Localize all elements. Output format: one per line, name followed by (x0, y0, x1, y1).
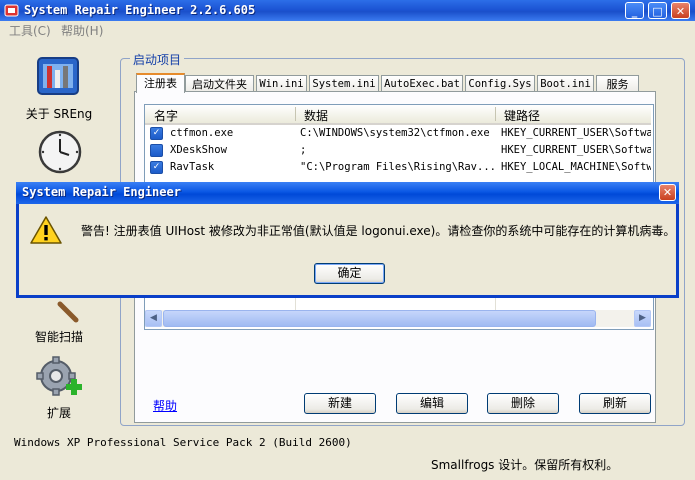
nav-label-extend: 扩展 (46, 406, 71, 420)
row-name: RavTask (170, 161, 215, 173)
window-title: System Repair Engineer 2.2.6.605 (24, 3, 256, 17)
nav-item-startup[interactable] (4, 128, 114, 184)
scroll-thumb[interactable] (163, 310, 596, 327)
row-key: HKEY_CURRENT_USER\Softwar (501, 127, 651, 139)
group-title: 启动项目 (130, 51, 185, 68)
tab-system-ini[interactable]: System.ini (309, 75, 379, 92)
row-data: "C:\Program Files\Rising\Rav... (300, 161, 495, 173)
app-icon (4, 4, 19, 17)
os-status-text: Windows XP Professional Service Pack 2 (… (14, 436, 352, 449)
clock-icon (38, 130, 82, 174)
minimize-button[interactable]: _ (625, 2, 644, 19)
menu-tools[interactable]: 工具(C) (9, 22, 51, 39)
column-separator[interactable] (495, 107, 496, 121)
menu-help[interactable]: 帮助(H) (61, 22, 103, 39)
copyright-text: Smallfrogs 设计。保留所有权利。 (431, 458, 619, 472)
nav-item-smart-scan[interactable]: 智能扫描 (4, 290, 114, 346)
dialog-close-button[interactable]: ✕ (659, 184, 676, 201)
column-gridline (295, 298, 296, 310)
column-gridline (495, 298, 496, 310)
warning-icon (30, 216, 62, 244)
menu-bar (0, 21, 695, 39)
column-header-data[interactable]: 数据 (304, 107, 328, 124)
scroll-left-icon[interactable]: ◀ (145, 310, 162, 327)
row-key: HKEY_CURRENT_USER\Softwar (501, 144, 651, 156)
delete-button[interactable]: 删除 (487, 393, 559, 414)
dialog-message: 警告! 注册表值 UIHost 被修改为非正常值(默认值是 logonui.ex… (81, 224, 676, 238)
tab-registry[interactable]: 注册表 (136, 73, 185, 93)
toolbox-icon (37, 57, 79, 95)
table-row[interactable]: ✓ ctfmon.exe C:\WINDOWS\system32\ctfmon.… (145, 125, 651, 142)
ok-button[interactable]: 确定 (314, 263, 385, 284)
close-button[interactable]: ✕ (671, 2, 690, 19)
column-header-name[interactable]: 名字 (154, 107, 178, 124)
table-row[interactable]: XDeskShow ; HKEY_CURRENT_USER\Softwar (145, 142, 651, 159)
row-checkbox[interactable] (150, 144, 163, 157)
row-name: ctfmon.exe (170, 127, 234, 139)
dialog-title: System Repair Engineer (22, 185, 181, 199)
tab-boot-ini[interactable]: Boot.ini (537, 75, 594, 92)
maximize-button[interactable]: □ (648, 2, 667, 19)
column-separator[interactable] (295, 107, 296, 121)
row-checkbox[interactable]: ✓ (150, 161, 163, 174)
scroll-right-icon[interactable]: ▶ (634, 310, 651, 327)
gear-plus-icon (36, 356, 82, 396)
new-button[interactable]: 新建 (304, 393, 376, 414)
tab-autoexec-bat[interactable]: AutoExec.bat (381, 75, 463, 92)
row-name: XDeskShow (170, 144, 227, 156)
nav-item-extend[interactable]: 扩展 (4, 352, 114, 422)
tab-services[interactable]: 服务 (596, 75, 639, 92)
row-key: HKEY_LOCAL_MACHINE\Softwa (501, 161, 651, 173)
tab-config-sys[interactable]: Config.Sys (465, 75, 535, 92)
row-data: C:\WINDOWS\system32\ctfmon.exe (300, 127, 490, 139)
window-titlebar[interactable]: System Repair Engineer 2.2.6.605 (0, 0, 695, 21)
table-row[interactable]: ✓ RavTask "C:\Program Files\Rising\Rav..… (145, 159, 651, 176)
help-link[interactable]: 帮助 (153, 397, 177, 414)
tab-win-ini[interactable]: Win.ini (256, 75, 307, 92)
nav-item-about[interactable]: 关于 SREng (4, 48, 114, 126)
refresh-button[interactable]: 刷新 (579, 393, 651, 414)
tab-startup-folder[interactable]: 启动文件夹 (185, 75, 254, 92)
nav-label-smart-scan: 智能扫描 (34, 330, 83, 344)
column-header-key[interactable]: 键路径 (504, 107, 540, 124)
edit-button[interactable]: 编辑 (396, 393, 468, 414)
nav-label-about: 关于 SREng (25, 107, 93, 121)
row-checkbox[interactable]: ✓ (150, 127, 163, 140)
row-data: ; (300, 144, 307, 156)
magnifier-icon (57, 301, 79, 323)
list-header (145, 105, 651, 125)
